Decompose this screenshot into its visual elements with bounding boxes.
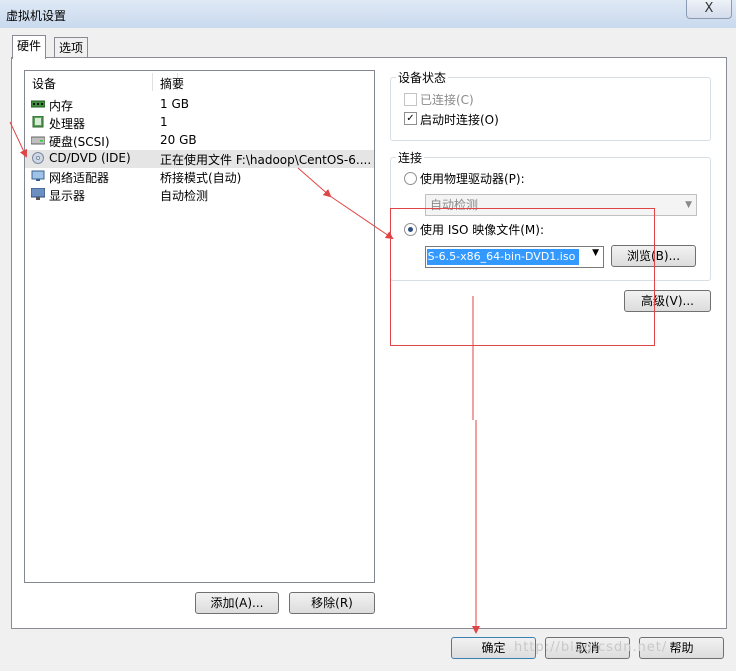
column-header-device[interactable]: 设备 xyxy=(32,75,56,91)
device-row-harddisk[interactable]: 硬盘(SCSI) 20 GB xyxy=(25,132,374,150)
memory-icon xyxy=(31,100,45,108)
physical-drive-radio[interactable] xyxy=(404,172,417,185)
device-row-display[interactable]: 显示器 自动检测 xyxy=(25,186,374,204)
device-name: 网络适配器 xyxy=(49,171,110,185)
device-summary: 桥接模式(自动) xyxy=(160,171,242,185)
device-name: 内存 xyxy=(49,99,74,113)
device-row-memory[interactable]: 内存 1 GB xyxy=(25,96,374,114)
connected-checkbox[interactable] xyxy=(404,93,417,106)
cd-dvd-icon xyxy=(32,152,44,164)
connect-on-start-label: 启动时连接(O) xyxy=(420,113,499,127)
device-row-network[interactable]: 网络适配器 桥接模式(自动) xyxy=(25,168,374,186)
column-divider xyxy=(152,73,153,91)
network-adapter-icon xyxy=(31,170,45,181)
device-summary: 1 GB xyxy=(160,97,189,111)
column-header-summary[interactable]: 摘要 xyxy=(160,75,184,91)
device-status-group xyxy=(390,77,711,141)
display-icon xyxy=(31,188,45,200)
device-row-cd-dvd[interactable]: CD/DVD (IDE) 正在使用文件 F:\hadoop\CentOS-6..… xyxy=(25,150,374,168)
device-name: 显示器 xyxy=(49,189,86,203)
device-summary: 20 GB xyxy=(160,133,197,147)
annotation-highlight-box xyxy=(390,208,655,346)
device-status-label: 设备状态 xyxy=(396,69,449,86)
physical-drive-label: 使用物理驱动器(P): xyxy=(420,172,525,186)
harddisk-icon xyxy=(31,136,45,145)
tab-options[interactable]: 选项 xyxy=(54,37,89,58)
device-row-processor[interactable]: 处理器 1 xyxy=(25,114,374,132)
device-name: CD/DVD (IDE) xyxy=(49,151,131,165)
watermark-text: http://blog.csdn.net/ xyxy=(514,640,668,655)
connect-on-start-checkbox[interactable]: ✓ xyxy=(404,112,417,125)
window-title: 虚拟机设置 xyxy=(6,9,67,23)
device-summary: 1 xyxy=(160,115,168,129)
remove-device-button[interactable]: 移除(R) xyxy=(289,592,375,614)
connected-label: 已连接(C) xyxy=(420,93,474,107)
device-list[interactable]: 设备 摘要 内存 1 GB 处理器 1 硬盘(SCSI) 20 GB CD/DV… xyxy=(24,70,375,583)
device-summary: 自动检测 xyxy=(160,189,209,203)
tab-options-label: 选项 xyxy=(59,41,84,55)
tab-hardware-label: 硬件 xyxy=(17,39,42,53)
device-summary: 正在使用文件 F:\hadoop\CentOS-6.... xyxy=(160,153,372,167)
device-name: 处理器 xyxy=(49,117,86,131)
cpu-icon xyxy=(32,116,44,128)
close-button[interactable]: X xyxy=(686,0,732,19)
tab-hardware[interactable]: 硬件 xyxy=(12,35,47,59)
connection-label: 连接 xyxy=(396,149,425,166)
add-device-button[interactable]: 添加(A)... xyxy=(195,592,279,614)
device-name: 硬盘(SCSI) xyxy=(49,135,110,149)
chevron-down-icon: ▼ xyxy=(685,200,692,210)
close-icon: X xyxy=(704,1,714,16)
title-bar: 虚拟机设置 X xyxy=(0,0,736,28)
